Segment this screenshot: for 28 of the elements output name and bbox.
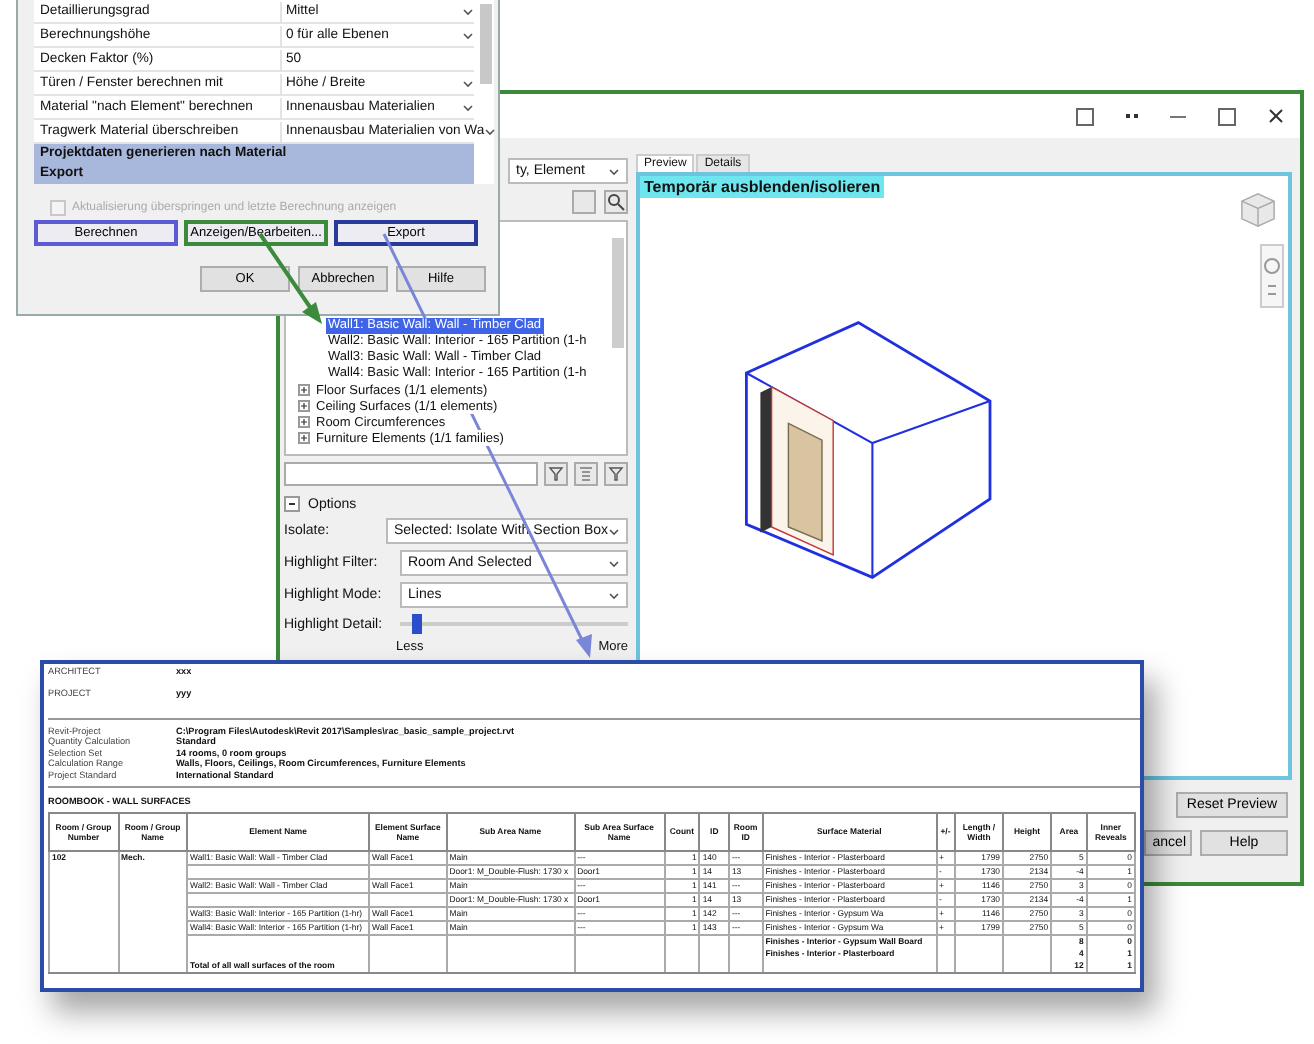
- expand-icon[interactable]: [298, 432, 310, 444]
- detail-slider[interactable]: [400, 614, 628, 634]
- maximize-icon[interactable]: [1218, 107, 1236, 125]
- navigation-bar[interactable]: [1260, 244, 1284, 308]
- search-icon[interactable]: [604, 190, 628, 214]
- expand-icon[interactable]: [298, 384, 310, 396]
- preview-title: Temporär ausblenden/isolieren: [640, 176, 885, 198]
- caret-icon: [608, 559, 620, 567]
- caret-icon: [462, 79, 474, 87]
- filter-icon[interactable]: [544, 462, 568, 486]
- minimize-icon[interactable]: [1170, 115, 1186, 117]
- caret-icon: [462, 31, 474, 39]
- search-field[interactable]: [284, 462, 538, 486]
- caret-icon: [462, 7, 474, 15]
- expand-icon[interactable]: [298, 416, 310, 428]
- window-icon[interactable]: [1076, 107, 1094, 125]
- caret-icon: [608, 527, 620, 535]
- scrollbar[interactable]: [480, 4, 492, 84]
- scrollbar[interactable]: [612, 238, 624, 348]
- caret-icon: [484, 127, 497, 135]
- expand-icon[interactable]: [298, 400, 310, 412]
- close-icon[interactable]: [1268, 108, 1284, 124]
- slider-thumb[interactable]: [411, 614, 422, 634]
- caret-icon: [608, 167, 620, 175]
- filter-icon[interactable]: [604, 462, 628, 486]
- caret-icon: [608, 591, 620, 599]
- caret-icon: [462, 103, 474, 111]
- collapse-icon[interactable]: [284, 496, 300, 512]
